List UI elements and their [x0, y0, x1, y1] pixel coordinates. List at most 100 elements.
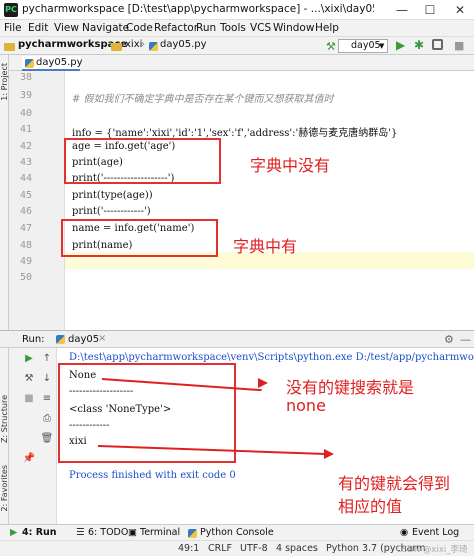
status-bar: 49:1 CRLF UTF-8 4 spaces Python 3.7 (pyc…	[0, 540, 474, 556]
python-file-icon	[25, 59, 34, 68]
breadcrumb-folder[interactable]: xixi	[125, 39, 142, 50]
scroll-up-icon[interactable]: ↑	[40, 352, 54, 366]
arrow-head-icon	[324, 449, 334, 459]
line-number: 50	[19, 272, 32, 283]
tab-terminal[interactable]: Terminal	[140, 527, 180, 538]
line-number: 45	[19, 190, 32, 201]
annotation-no-key: 字典中没有	[250, 156, 331, 175]
pycharm-logo-icon: PC	[4, 3, 18, 17]
code-comment-line: # 假如我们不确定字典中是否存在某个键而又想获取其值时	[72, 94, 334, 105]
menu-code[interactable]: Code	[126, 22, 153, 34]
rerun-icon[interactable]: ▶	[22, 352, 36, 366]
project-tool-window-tab[interactable]: 1: Project	[0, 63, 9, 101]
breadcrumb-separator-icon: ›	[141, 39, 145, 50]
favorites-tool-window-tab[interactable]: 2: Favorites	[0, 465, 9, 511]
delete-icon[interactable]: 🗑	[40, 432, 54, 446]
stop-icon[interactable]: ■	[454, 39, 464, 52]
tab-todo[interactable]: 6: TODO	[88, 527, 128, 538]
menu-file[interactable]: File	[4, 22, 22, 34]
run-panel-label: Run:	[22, 334, 45, 345]
folder-icon	[4, 43, 15, 51]
window-title: pycharmworkspace [D:\test\app\pycharmwor…	[22, 3, 374, 15]
line-number: 40	[19, 108, 32, 119]
structure-tool-window-tab[interactable]: Z: Structure	[0, 395, 9, 443]
close-icon[interactable]: ×	[98, 333, 106, 344]
line-number: 39	[19, 90, 32, 101]
pin-icon[interactable]: 📌	[22, 452, 36, 466]
code-line: print(type(age))	[72, 190, 153, 201]
annotation-none-word: none	[286, 396, 326, 415]
line-number: 41	[19, 124, 32, 135]
run-icon: ▶	[10, 527, 18, 538]
line-number: 47	[19, 223, 32, 234]
checklist-icon: ☰	[76, 527, 85, 538]
annotation-none-result: 没有的键搜索就是	[286, 378, 415, 397]
event-log-icon: ◉	[400, 527, 409, 538]
line-number: 49	[19, 256, 32, 267]
menu-navigate[interactable]: Navigate	[82, 22, 129, 34]
menu-tools[interactable]: Tools	[220, 22, 246, 34]
tab-run[interactable]: 4: Run	[22, 527, 57, 538]
line-number: 44	[19, 173, 32, 184]
hide-panel-icon[interactable]: —	[460, 333, 471, 346]
code-line: info = {'name':'xixi','id':'1','sex':'f'…	[72, 128, 398, 139]
file-encoding[interactable]: UTF-8	[240, 543, 268, 554]
stop-icon[interactable]: ■	[22, 392, 36, 406]
wrench-icon[interactable]: ⚒	[22, 372, 36, 386]
maximize-button[interactable]: ☐	[416, 2, 444, 18]
menu-vcs[interactable]: VCS	[250, 22, 271, 34]
tab-event-log[interactable]: Event Log	[412, 527, 459, 538]
highlight-box-existing-key	[61, 219, 218, 257]
menu-edit[interactable]: Edit	[28, 22, 48, 34]
arrow-head-icon	[258, 378, 268, 388]
tab-python-console[interactable]: Python Console	[200, 527, 274, 538]
run-config-tab[interactable]: day05	[68, 334, 99, 345]
console-command: D:\test\app\pycharmworkspace\venv\Script…	[69, 352, 474, 363]
terminal-icon: ▣	[128, 527, 137, 538]
line-number: 42	[19, 141, 32, 152]
line-number: 46	[19, 206, 32, 217]
folder-icon	[111, 43, 122, 51]
code-line: print('------------')	[72, 206, 151, 217]
run-panel-header: Run: day05 × ⚙ —	[0, 330, 474, 348]
chevron-down-icon: ▼	[379, 42, 385, 50]
annotation-has-key: 字典中有	[233, 237, 298, 256]
menu-run[interactable]: Run	[196, 22, 216, 34]
breadcrumb-file[interactable]: day05.py	[160, 39, 207, 50]
gear-icon[interactable]: ⚙	[444, 333, 454, 346]
indent-setting[interactable]: 4 spaces	[276, 543, 318, 554]
breadcrumb-separator-icon: ›	[103, 39, 107, 50]
title-bar: PC pycharmworkspace [D:\test\app\pycharm…	[0, 0, 474, 20]
minimize-button[interactable]: —	[388, 2, 416, 18]
soft-wrap-icon[interactable]: ≡	[40, 392, 54, 406]
run-icon[interactable]: ▶	[396, 38, 405, 52]
highlight-box-missing-key	[64, 138, 221, 184]
print-icon[interactable]: ⎙	[40, 412, 54, 426]
build-icon[interactable]: ⚒	[326, 40, 336, 53]
scroll-down-icon[interactable]: ↓	[40, 372, 54, 386]
python-console-icon	[188, 529, 197, 538]
python-file-icon	[56, 335, 65, 344]
menu-view[interactable]: View	[54, 22, 79, 34]
line-number: 48	[19, 240, 32, 251]
line-number: 43	[19, 157, 32, 168]
menu-bar: File Edit View Navigate Code Refactor Ru…	[0, 20, 474, 37]
bottom-tool-tabs: ▶ 4: Run ☰ 6: TODO ▣ Terminal Python Con…	[0, 524, 474, 540]
debug-icon[interactable]: ✱	[414, 38, 424, 52]
caret-position[interactable]: 49:1	[178, 543, 199, 554]
close-button[interactable]: ✕	[446, 2, 474, 18]
annotation-found-result-1: 有的键就会得到	[338, 474, 451, 493]
run-config-label: day05	[351, 40, 381, 51]
coverage-icon[interactable]	[432, 39, 443, 50]
menu-window[interactable]: Window	[273, 22, 314, 34]
python-file-icon	[149, 42, 158, 51]
annotation-found-result-2: 相应的值	[338, 497, 403, 516]
editor-tab-day05[interactable]: day05.py	[22, 56, 83, 71]
menu-help[interactable]: Help	[315, 22, 339, 34]
watermark: CSDN @xixi_李琦	[396, 545, 468, 555]
menu-refactor[interactable]: Refactor	[154, 22, 198, 34]
run-config-select[interactable]: day05 ▼	[338, 39, 388, 53]
run-toolbar: ▶ ↑ ⚒ ↓ ■ ≡ ⎙ 🗑 📌	[9, 348, 57, 524]
line-number: 38	[19, 72, 32, 83]
line-separator[interactable]: CRLF	[208, 543, 232, 554]
